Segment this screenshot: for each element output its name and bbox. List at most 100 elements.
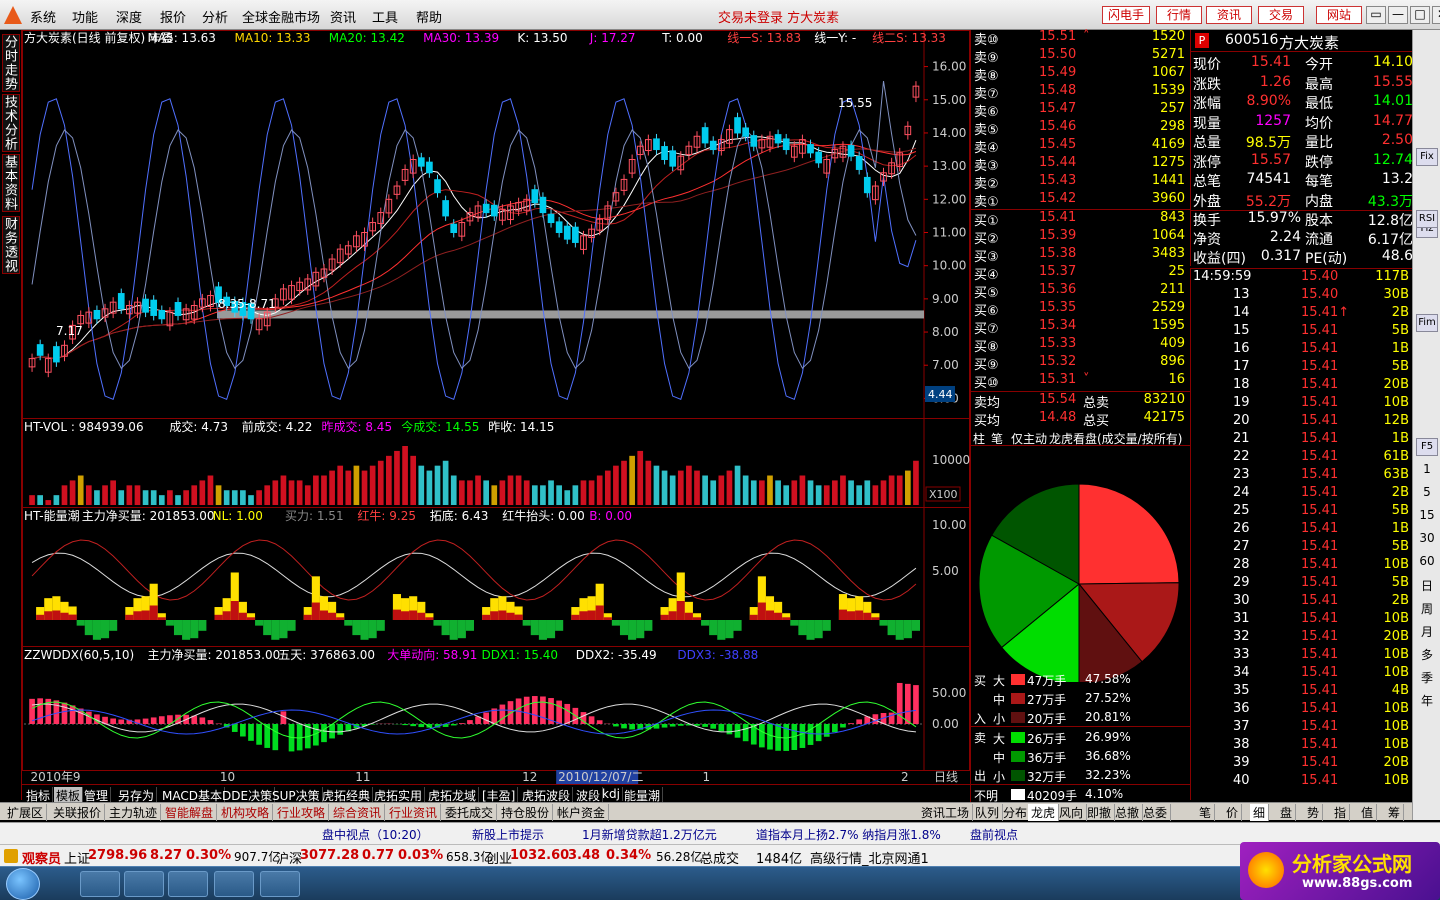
- top-button[interactable]: 网站: [1316, 6, 1362, 24]
- period-button[interactable]: 周: [1416, 600, 1438, 617]
- extension-tab[interactable]: 持仓股份: [498, 804, 554, 821]
- period-button[interactable]: 60: [1416, 554, 1438, 568]
- observer-tag[interactable]: 观察员: [22, 848, 61, 867]
- extension-tab[interactable]: 行业攻略: [274, 804, 330, 821]
- left-tab[interactable]: 分时走势: [2, 34, 20, 92]
- orderbook-row[interactable]: 买⑦ 15.34 1595: [971, 318, 1191, 337]
- orderbook-row[interactable]: 买④ 15.37 25: [971, 264, 1191, 283]
- index-name[interactable]: 沪深: [276, 848, 302, 867]
- menu-item[interactable]: 资讯: [330, 7, 356, 26]
- menu-item[interactable]: 功能: [72, 7, 98, 26]
- orderbook-row[interactable]: 买⑩ 15.31 ˅ 16: [971, 372, 1191, 391]
- period-button[interactable]: 1: [1416, 462, 1438, 476]
- period-button[interactable]: 日: [1416, 577, 1438, 594]
- period-button[interactable]: 月: [1416, 623, 1438, 640]
- index-name[interactable]: 创业: [486, 848, 512, 867]
- taskbar-app-tool[interactable]: [168, 871, 208, 897]
- extension-tab[interactable]: 机构攻略: [218, 804, 274, 821]
- pie-tab[interactable]: 龙虎看盘(成交量/按所有): [1049, 430, 1182, 447]
- panel-tab[interactable]: 龙虎: [1028, 804, 1060, 821]
- taskbar-app-desktop[interactable]: [80, 871, 120, 897]
- menu-item[interactable]: 帮助: [416, 7, 442, 26]
- orderbook-row[interactable]: 卖⑧ 15.49 1067: [971, 65, 1191, 84]
- tick-tab[interactable]: 细: [1250, 804, 1270, 821]
- top-button[interactable]: 资讯: [1206, 6, 1252, 24]
- panel-tab[interactable]: 总撤: [1112, 804, 1144, 821]
- panel-tab[interactable]: 分布: [1000, 804, 1032, 821]
- orderbook-row[interactable]: 卖③ 15.44 1275: [971, 155, 1191, 174]
- taskbar-app-browser[interactable]: [124, 871, 164, 897]
- maximize-icon[interactable]: □: [1410, 6, 1430, 24]
- news-item[interactable]: 道指本月上扬2.7% 纳指月涨1.8%: [756, 826, 941, 843]
- tick-tab[interactable]: 势: [1304, 804, 1324, 821]
- orderbook-row[interactable]: 买⑥ 15.35 2529: [971, 300, 1191, 319]
- tick-tab[interactable]: 盘: [1277, 804, 1297, 821]
- orderbook-row[interactable]: 卖⑤ 15.46 298: [971, 119, 1191, 138]
- orderbook-row[interactable]: 卖⑥ 15.47 257: [971, 101, 1191, 120]
- left-tab[interactable]: 基本资料: [2, 154, 20, 212]
- restore-icon[interactable]: ▭: [1366, 6, 1386, 24]
- tick-tab[interactable]: 筹: [1385, 804, 1405, 821]
- menu-item[interactable]: 报价: [160, 7, 186, 26]
- top-button[interactable]: 行情: [1156, 6, 1202, 24]
- menu-item[interactable]: 深度: [116, 7, 142, 26]
- pie-tab[interactable]: 笔: [991, 430, 1003, 447]
- pie-tab[interactable]: 柱: [973, 430, 985, 447]
- period-button[interactable]: 季: [1416, 669, 1438, 686]
- tick-tab[interactable]: 价: [1223, 804, 1243, 821]
- extension-tab[interactable]: 行业资讯: [386, 804, 442, 821]
- orderbook-row[interactable]: 买⑤ 15.36 211: [971, 282, 1191, 301]
- menu-item[interactable]: 工具: [372, 7, 398, 26]
- tick-tab[interactable]: 指: [1331, 804, 1351, 821]
- extension-tab[interactable]: 扩展区: [4, 804, 48, 821]
- menu-item[interactable]: 全球金融市场: [242, 7, 320, 26]
- taskbar-app-ie[interactable]: [260, 871, 300, 897]
- taskbar-app-stock[interactable]: [214, 871, 254, 897]
- minimize-icon[interactable]: —: [1388, 6, 1408, 24]
- news-item[interactable]: 1月新增贷款超1.2万亿元: [582, 826, 717, 843]
- orderbook-row[interactable]: 卖⑨ 15.50 5271: [971, 47, 1191, 66]
- extension-tab[interactable]: 智能解盘: [162, 804, 218, 821]
- orderbook-row[interactable]: 卖④ 15.45 4169: [971, 137, 1191, 156]
- indicator-tab[interactable]: kdj: [600, 787, 623, 801]
- panel-tab[interactable]: 队列: [972, 804, 1004, 821]
- orderbook-row[interactable]: 买② 15.39 1064: [971, 228, 1191, 247]
- orderbook-row[interactable]: 卖⑦ 15.48 1539: [971, 83, 1191, 102]
- period-button[interactable]: 15: [1416, 508, 1438, 522]
- orderbook-row[interactable]: 买① 15.41 843: [971, 210, 1191, 229]
- left-tab[interactable]: 技术分析: [2, 94, 20, 152]
- left-tab[interactable]: 财务透视: [2, 216, 20, 274]
- extension-tab[interactable]: 主力轨迹: [106, 804, 162, 821]
- extension-tab-right[interactable]: 资讯工场: [918, 804, 974, 821]
- orderbook-row[interactable]: 卖⑩ 15.51 ˄ 1520: [971, 29, 1191, 48]
- close-icon[interactable]: ✕: [1432, 6, 1440, 24]
- sidebar-icon-button[interactable]: Fix: [1416, 148, 1438, 166]
- period-button[interactable]: 30: [1416, 531, 1438, 545]
- sidebar-icon-button[interactable]: RSI: [1416, 210, 1438, 228]
- sidebar-icon-button[interactable]: F5: [1416, 438, 1438, 456]
- start-button[interactable]: [6, 868, 40, 900]
- period-button[interactable]: 年: [1416, 692, 1438, 709]
- extension-tab[interactable]: 关联报价: [50, 804, 106, 821]
- pie-tab[interactable]: 仅主动: [1011, 430, 1047, 447]
- panel-tab[interactable]: 总委: [1140, 804, 1172, 821]
- period-button[interactable]: 多: [1416, 646, 1438, 663]
- orderbook-row[interactable]: 卖② 15.43 1441: [971, 173, 1191, 192]
- panel-tab[interactable]: 风向: [1056, 804, 1088, 821]
- orderbook-row[interactable]: 买⑧ 15.33 409: [971, 336, 1191, 355]
- tick-tab[interactable]: 笔: [1196, 804, 1216, 821]
- top-button[interactable]: 交易: [1258, 6, 1304, 24]
- extension-tab[interactable]: 帐户资金: [554, 804, 610, 821]
- news-item[interactable]: 新股上市提示: [472, 826, 544, 843]
- orderbook-row[interactable]: 卖① 15.42 3960: [971, 191, 1191, 210]
- top-button[interactable]: 闪电手: [1102, 6, 1150, 24]
- menu-item[interactable]: 系统: [30, 7, 56, 26]
- news-item[interactable]: 盘前视点: [970, 826, 1018, 843]
- tick-tab[interactable]: 值: [1358, 804, 1378, 821]
- index-name[interactable]: 上证: [64, 848, 90, 867]
- menu-item[interactable]: 分析: [202, 7, 228, 26]
- sidebar-icon-button[interactable]: Fim: [1416, 314, 1438, 332]
- period-button[interactable]: 5: [1416, 485, 1438, 499]
- orderbook-row[interactable]: 买⑨ 15.32 896: [971, 354, 1191, 373]
- news-item[interactable]: 盘中视点（10:20）: [322, 826, 429, 843]
